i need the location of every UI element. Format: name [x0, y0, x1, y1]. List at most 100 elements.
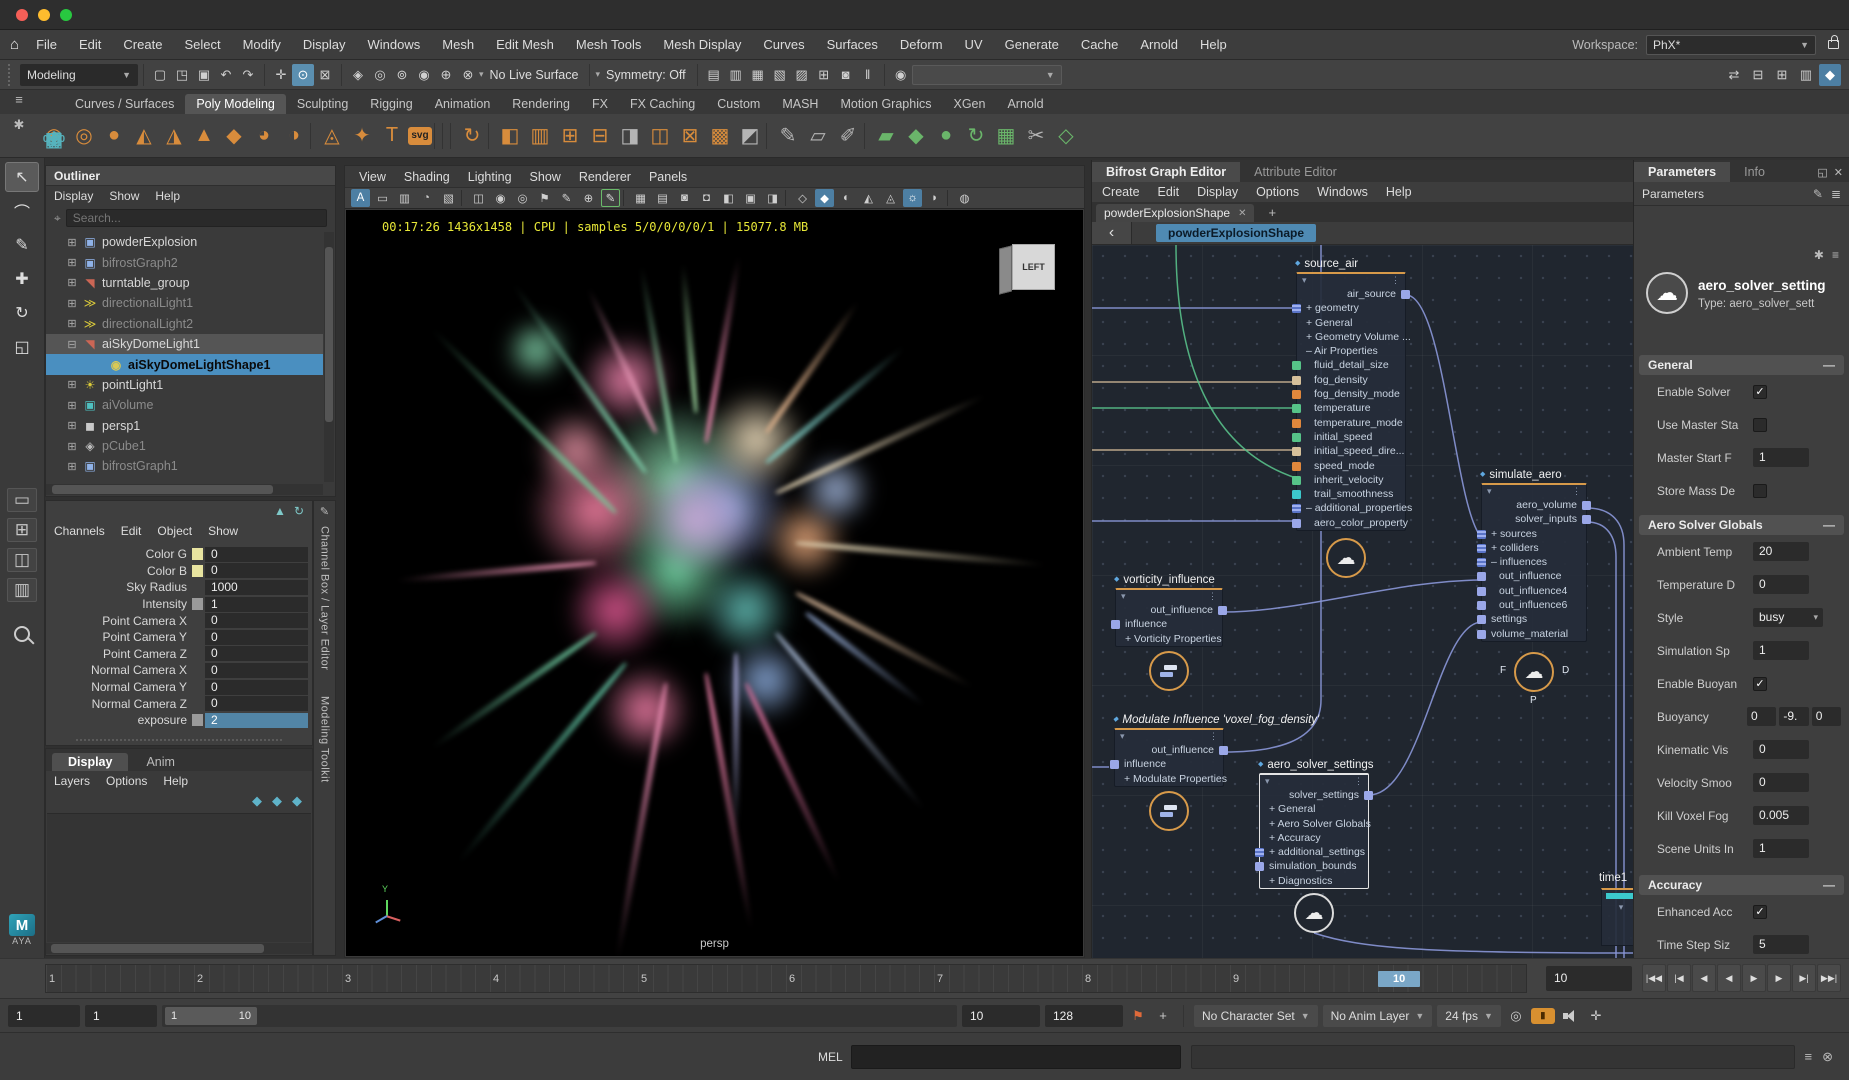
channel-row[interactable]: Normal Camera X 0 — [46, 662, 312, 679]
history-icon[interactable]: ▦ — [747, 64, 769, 86]
channel-row[interactable]: Color B 0 — [46, 563, 312, 580]
layer-action-icon[interactable]: ◆ — [252, 793, 262, 809]
time-slider[interactable]: 12345678910 — [45, 964, 1527, 993]
shelf-tool-icon[interactable] — [434, 123, 440, 149]
shelf-tool-icon[interactable]: ⊞ — [40, 123, 68, 155]
outliner-search-input[interactable] — [66, 209, 327, 227]
viewport-toggle-icon[interactable]: ◉ — [491, 189, 510, 207]
frame-tick[interactable]: 9 — [1230, 965, 1378, 992]
node-port[interactable]: + sources — [1482, 527, 1586, 541]
collapse-icon[interactable]: — — [1823, 358, 1835, 372]
influence-node-icon[interactable] — [1149, 791, 1189, 831]
layout-preset-button[interactable]: ⊞ — [7, 518, 37, 542]
node-simulate-aero[interactable]: simulate_aero ▾⋮ aero_volume solver_inpu… — [1481, 483, 1587, 642]
node-aero-solver-settings[interactable]: aero_solver_settings ▾⋮ solver_settings … — [1259, 773, 1369, 889]
viewport-toggle-icon[interactable]: ▤ — [653, 189, 672, 207]
channel-value-field[interactable]: 0 — [205, 663, 308, 678]
tool-icon[interactable]: ⌒ — [5, 196, 39, 226]
bifrost-menu-item[interactable]: Windows — [1317, 185, 1368, 199]
kebab-menu-icon[interactable]: ⋮ — [1572, 486, 1581, 497]
port-connector[interactable] — [1218, 606, 1227, 615]
snap-icon[interactable]: ◉ — [413, 64, 435, 86]
outliner-item[interactable]: ⊞ ▣ bifrostGraph1 — [46, 456, 323, 476]
port-connector[interactable] — [1292, 390, 1301, 399]
menu-item[interactable]: Curves — [752, 37, 815, 52]
shelf-tool-icon[interactable]: ◬ — [318, 120, 346, 152]
expand-toggle-icon[interactable]: ⊞ — [66, 460, 78, 473]
shelf-tab[interactable]: FX — [581, 94, 619, 114]
port-connector[interactable] — [1364, 791, 1373, 800]
expand-toggle-icon[interactable]: ⊞ — [66, 256, 78, 269]
node-port[interactable]: out_influence4 — [1482, 584, 1586, 598]
sidebar-toggle-icon[interactable]: ▥ — [1795, 64, 1817, 86]
viewport-toggle-icon[interactable]: ✎ — [601, 189, 620, 207]
node-port[interactable]: aero_volume — [1482, 498, 1586, 512]
anim-layer-selector[interactable]: No Anim Layer ▼ — [1323, 1005, 1433, 1027]
symmetry-status[interactable]: Symmetry: Off — [606, 68, 686, 82]
menu-set-selector[interactable]: Modeling ▼ — [20, 64, 138, 86]
time-port-connector[interactable] — [1606, 893, 1634, 899]
history-icon[interactable]: ⊞ — [813, 64, 835, 86]
tool-icon[interactable]: ✚ — [5, 264, 39, 294]
layer-editor-tab[interactable]: Display — [52, 753, 128, 771]
port-connector[interactable] — [1292, 447, 1301, 456]
menu-item[interactable]: Display — [292, 37, 357, 52]
shelf-tool-icon[interactable]: ◑ — [280, 120, 308, 152]
viewport-toggle-icon[interactable] — [461, 190, 466, 206]
view-cube-face[interactable]: LEFT — [1012, 244, 1055, 290]
close-tab-icon[interactable]: ✕ — [1238, 208, 1246, 219]
shelf-tool-icon[interactable]: ⊟ — [586, 120, 614, 152]
mel-command-input[interactable] — [851, 1045, 1181, 1069]
parameters-tab[interactable]: Info — [1730, 162, 1779, 182]
node-port[interactable]: out_influence — [1116, 603, 1222, 617]
playback-end-field[interactable]: 10 — [962, 1005, 1040, 1027]
tool-icon[interactable]: ↻ — [5, 298, 39, 328]
outliner-menu-item[interactable]: Display — [54, 189, 93, 203]
view-cube-side[interactable] — [999, 245, 1012, 294]
port-connector[interactable] — [1292, 361, 1301, 370]
channel-box-menu-item[interactable]: Show — [208, 524, 238, 538]
layout-preset-button[interactable]: ▭ — [7, 488, 37, 512]
history-icon[interactable]: ▧ — [769, 64, 791, 86]
shelf-tab[interactable]: FX Caching — [619, 94, 706, 114]
node-port[interactable]: + geometry — [1297, 301, 1405, 315]
graph-document-tab[interactable]: powderExplosionShape ✕ — [1096, 204, 1254, 222]
menu-item[interactable]: Help — [1189, 37, 1238, 52]
node-port[interactable]: fog_density_mode — [1297, 387, 1405, 401]
port-connector[interactable] — [1292, 504, 1301, 513]
outliner-item[interactable]: ⊞ ◈ pCube1 — [46, 436, 323, 456]
kebab-menu-icon[interactable]: ⋮ — [1209, 731, 1218, 742]
shelf-tool-icon[interactable] — [864, 123, 870, 149]
render-view[interactable]: 00:17:26 1436x1458 | CPU | samples 5/0/0… — [346, 210, 1083, 956]
shelf-tool-icon[interactable]: ◨ — [616, 120, 644, 152]
viewport-toggle-icon[interactable] — [947, 190, 952, 206]
parameter-field[interactable]: 0 — [1747, 707, 1776, 726]
history-icon[interactable]: ▥ — [725, 64, 747, 86]
history-icon[interactable]: ‖ — [857, 64, 879, 86]
animation-start-field[interactable]: 1 — [8, 1005, 80, 1027]
menu-item[interactable]: Select — [173, 37, 231, 52]
node-port[interactable]: initial_speed_dire... — [1297, 444, 1405, 458]
expand-toggle-icon[interactable]: ⊞ — [66, 399, 78, 412]
shelf-tool-icon[interactable]: ✎ — [774, 120, 802, 152]
node-port[interactable]: + Geometry Volume ... — [1297, 330, 1405, 344]
node-port[interactable]: aero_color_property — [1297, 516, 1405, 530]
zoom-window-button[interactable] — [60, 9, 72, 21]
parameter-field[interactable]: 1 — [1753, 448, 1809, 467]
expand-toggle-icon[interactable]: ⊞ — [66, 419, 78, 432]
parameter-field[interactable]: 0 — [1812, 707, 1841, 726]
menu-item[interactable]: Edit Mesh — [485, 37, 565, 52]
viewport-toggle-icon[interactable] — [785, 190, 790, 206]
node-port[interactable]: volume_material — [1482, 627, 1586, 641]
panel-window-icon[interactable]: ✕ — [1834, 166, 1843, 179]
outliner-item[interactable]: ⊞ ≫ directionalLight1 — [46, 293, 323, 313]
bifrost-menu-item[interactable]: Create — [1102, 185, 1140, 199]
parameter-field[interactable]: 5 — [1753, 935, 1809, 954]
playback-button[interactable]: ▶ — [1742, 964, 1766, 992]
channel-row[interactable]: Point Camera Y 0 — [46, 629, 312, 646]
outliner-item[interactable]: ⊞ ◥ turntable_group — [46, 273, 323, 293]
port-connector[interactable] — [1477, 630, 1486, 639]
menu-item[interactable]: Mesh Display — [652, 37, 752, 52]
node-port[interactable]: fluid_detail_size — [1297, 358, 1405, 372]
shelf-tool-icon[interactable]: ▱ — [804, 120, 832, 152]
